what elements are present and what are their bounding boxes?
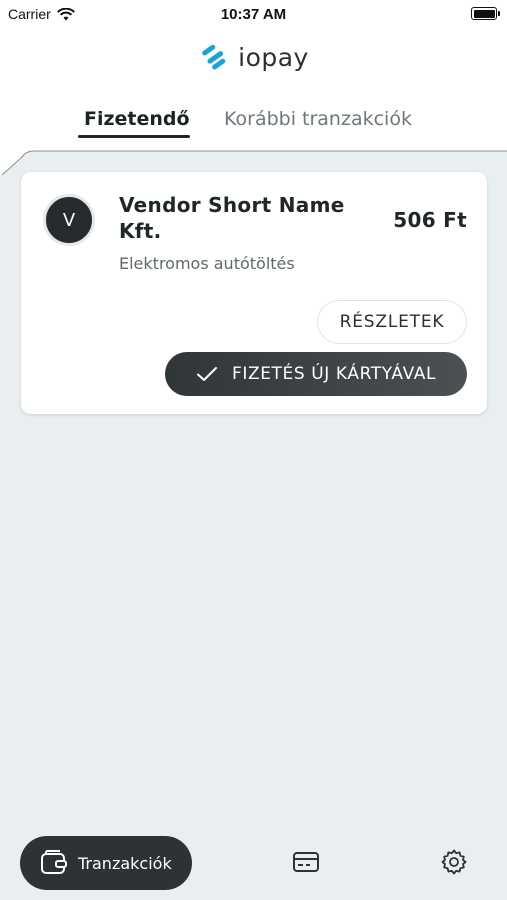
- pay-with-new-card-button[interactable]: FIZETÉS ÚJ KÁRTYÁVAL: [165, 352, 467, 396]
- pay-button-label: FIZETÉS ÚJ KÁRTYÁVAL: [231, 364, 437, 384]
- app-logo: iopay: [0, 42, 507, 72]
- gear-icon[interactable]: [441, 849, 467, 875]
- checkmark-icon: [196, 367, 217, 381]
- battery-icon: [471, 7, 500, 20]
- tab-previous-transactions[interactable]: Korábbi tranzakciók: [224, 108, 412, 130]
- wallet-icon: [41, 850, 67, 874]
- amount: 506 Ft: [393, 208, 467, 232]
- tab-payable[interactable]: Fizetendő: [84, 108, 190, 130]
- transaction-description: Elektromos autótöltés: [119, 254, 295, 273]
- details-button-label: RÉSZLETEK: [339, 312, 445, 332]
- vendor-avatar: V: [43, 194, 95, 246]
- vendor-name: Vendor Short Name Kft.: [119, 193, 345, 243]
- active-tab-indicator: [78, 135, 190, 138]
- transaction-card: V Vendor Short Name Kft. 506 Ft Elektrom…: [21, 172, 487, 414]
- clock: 10:37 AM: [220, 6, 287, 23]
- credit-card-icon[interactable]: [292, 850, 320, 874]
- details-button[interactable]: RÉSZLETEK: [317, 300, 467, 344]
- nav-transactions-label: Tranzakciók: [78, 853, 172, 873]
- status-bar: Carrier 10:37 AM: [0, 0, 507, 28]
- bottom-navigation: Tranzakciók: [0, 824, 507, 900]
- tab-bar: Fizetendő Korábbi tranzakciók: [0, 108, 507, 144]
- iopay-logo-icon: [202, 44, 226, 70]
- logo-text: iopay: [238, 42, 309, 72]
- nav-transactions[interactable]: Tranzakciók: [20, 836, 192, 890]
